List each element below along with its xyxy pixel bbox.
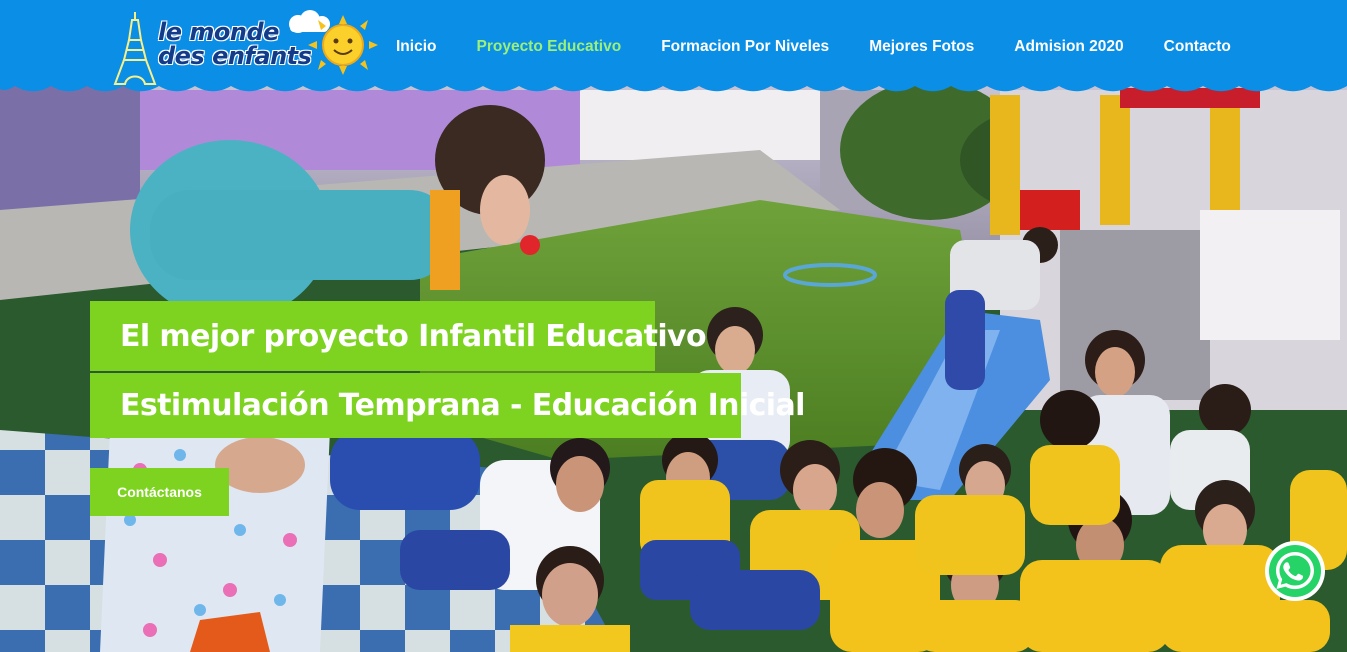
nav-proyecto-educativo[interactable]: Proyecto Educativo — [476, 38, 621, 56]
nav-inicio[interactable]: Inicio — [396, 38, 436, 56]
hero-headline-2: Estimulación Temprana - Educación Inicia… — [90, 373, 805, 438]
hero-headline-1: El mejor proyecto Infantil Educativo — [90, 301, 707, 371]
site-header: le monde des enfants Inicio Proyecto Edu… — [0, 0, 1347, 96]
nav-mejores-fotos[interactable]: Mejores Fotos — [869, 38, 974, 56]
site-logo[interactable]: le monde des enfants — [108, 10, 378, 86]
logo-line-2: des enfants — [158, 42, 312, 70]
whatsapp-button[interactable] — [1264, 540, 1326, 602]
whatsapp-icon — [1265, 541, 1325, 601]
contact-cta-button[interactable]: Contáctanos — [90, 468, 229, 516]
main-navigation: Inicio Proyecto Educativo Formacion Por … — [396, 38, 1271, 56]
nav-admision-2020[interactable]: Admision 2020 — [1014, 38, 1123, 56]
nav-formacion-por-niveles[interactable]: Formacion Por Niveles — [661, 38, 829, 56]
logo-wordmark: le monde des enfants — [158, 20, 312, 70]
nav-contacto[interactable]: Contacto — [1164, 38, 1231, 56]
